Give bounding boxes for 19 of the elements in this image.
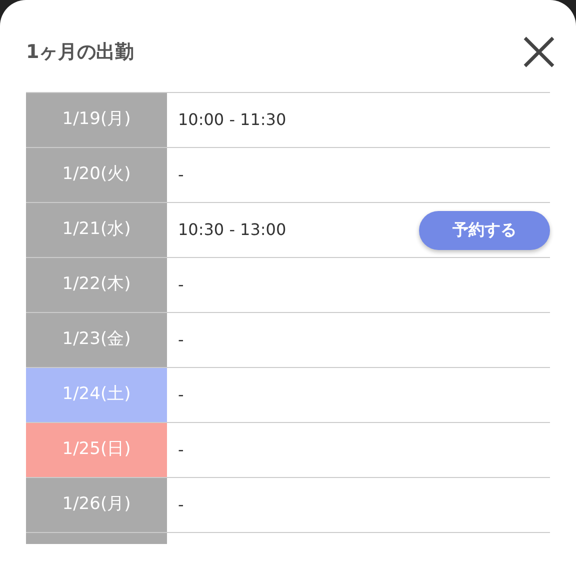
time-text: 10:30 - 13:00 [178,219,286,241]
date-cell: 1/23(金) [26,313,167,367]
date-cell: 1/21(水) [26,203,167,257]
time-text: - [178,494,184,516]
date-cell: 1/20(火) [26,148,167,202]
date-cell: 1/26(月) [26,478,167,532]
time-text: - [178,439,184,461]
date-cell: 1/25(日) [26,423,167,477]
dialog-title: 1ヶ月の出勤 [26,40,134,65]
time-text: 10:00 - 11:30 [178,109,286,131]
date-cell: 1/24(土) [26,368,167,422]
date-cell: 1/22(木) [26,258,167,312]
reserve-button[interactable]: 予約する [419,210,550,250]
time-text: - [178,384,184,406]
time-text: - [178,329,184,351]
close-icon[interactable] [522,35,556,69]
time-text: - [178,274,184,296]
date-cell: 1/19(月) [26,93,167,147]
time-text: - [178,164,184,186]
